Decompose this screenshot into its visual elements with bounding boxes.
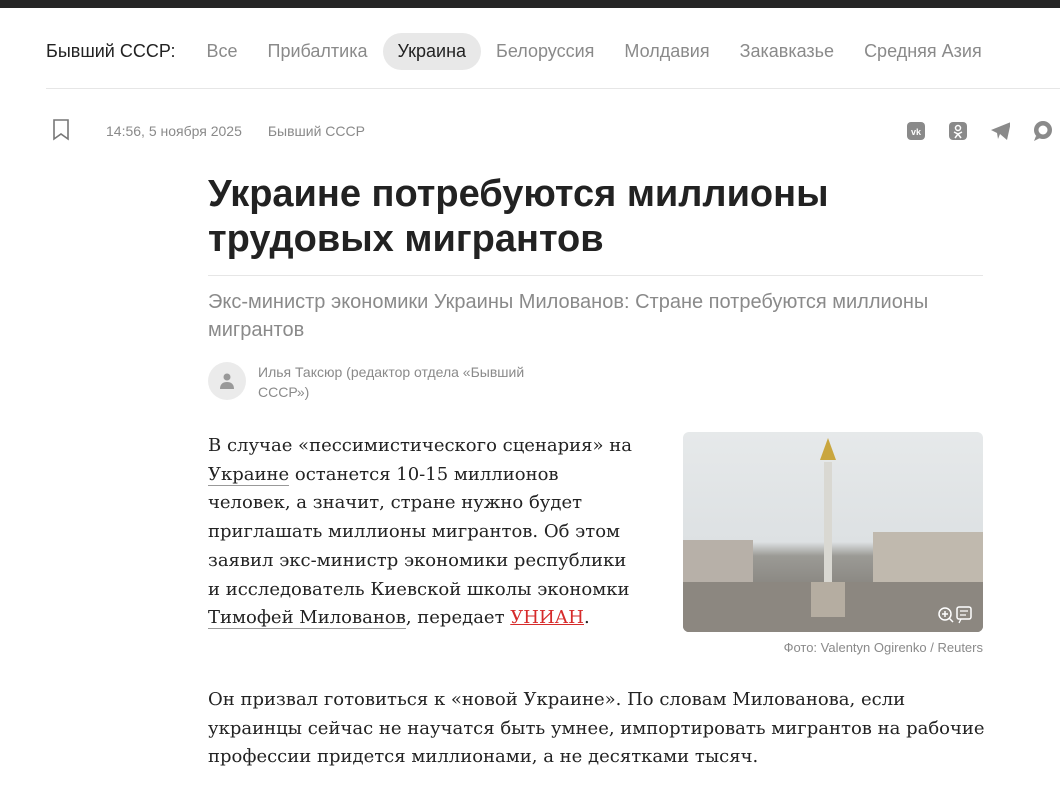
svg-text:vk: vk xyxy=(911,127,922,137)
nav-item-baltics[interactable]: Прибалтика xyxy=(253,33,383,70)
text: , передает xyxy=(405,607,511,629)
divider xyxy=(208,275,983,276)
article-paragraph: Он призвал готовиться к «новой Украине».… xyxy=(208,689,985,768)
nav-item-ukraine[interactable]: Украина xyxy=(382,32,482,70)
rubric-link[interactable]: Бывший СССР xyxy=(268,123,365,139)
nav-item-moldova[interactable]: Молдавия xyxy=(609,33,724,70)
nav-item-caucasus[interactable]: Закавказье xyxy=(725,33,849,70)
browser-top-bar xyxy=(0,0,1060,8)
nav-label: Бывший СССР: xyxy=(46,40,176,61)
divider xyxy=(46,88,1060,89)
text: . xyxy=(584,607,590,629)
vk-icon[interactable]: vk xyxy=(906,121,926,141)
nav-item-all[interactable]: Все xyxy=(191,33,252,70)
chat-icon[interactable] xyxy=(1032,121,1052,141)
article-paragraph: В случае «пессимистического сценария» на… xyxy=(208,432,638,633)
publish-time: 14:56, 5 ноября 2025 xyxy=(106,123,242,139)
share-bar: vk xyxy=(906,118,1052,144)
user-icon xyxy=(220,373,234,389)
telegram-icon[interactable] xyxy=(990,121,1010,141)
text: В случае «пессимистического сценария» на xyxy=(208,435,633,456)
article-title: Украине потребуются миллионы трудовых ми… xyxy=(208,173,829,260)
article-meta: 14:56, 5 ноября 2025 Бывший СССР vk xyxy=(46,118,1060,144)
nav-item-belarus[interactable]: Белоруссия xyxy=(481,33,609,70)
region-nav: Бывший СССР: Все Прибалтика Украина Бело… xyxy=(46,32,997,70)
ukraine-link[interactable]: Украине xyxy=(208,463,290,486)
author-block: Илья Таксюр (редактор отдела «Бывший ССС… xyxy=(208,362,558,402)
article-photo[interactable] xyxy=(683,432,983,632)
ok-icon[interactable] xyxy=(948,121,968,141)
author-name[interactable]: Илья Таксюр (редактор отдела «Бывший ССС… xyxy=(258,362,558,402)
unian-link[interactable]: УНИАН xyxy=(510,607,584,628)
nav-item-central-asia[interactable]: Средняя Азия xyxy=(849,33,997,70)
bookmark-icon[interactable] xyxy=(52,118,80,144)
photo-caption: Фото: Valentyn Ogirenko / Reuters xyxy=(783,640,983,655)
avatar xyxy=(208,362,246,400)
article-subtitle: Экс-министр экономики Украины Милованов:… xyxy=(208,291,929,341)
milovanov-link[interactable]: Тимофей Милованов xyxy=(208,607,406,630)
